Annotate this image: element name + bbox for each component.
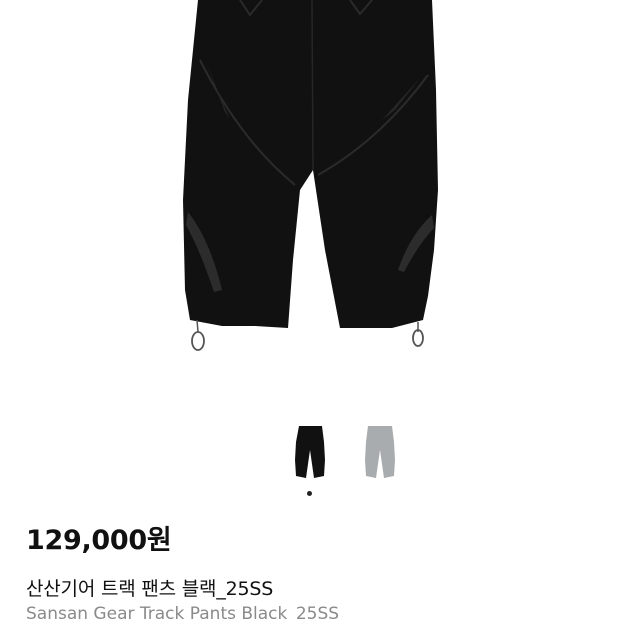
- product-title-english: Sansan Gear Track Pants Black_25SS: [26, 604, 340, 620]
- color-option-list: [0, 422, 620, 484]
- black-track-pants-illustration: [183, 0, 438, 351]
- black-pants-thumbnail[interactable]: [290, 422, 330, 482]
- product-main-image[interactable]: [0, 0, 620, 400]
- black-pants-thumbnail-icon: [295, 426, 325, 478]
- grey-pants-thumbnail[interactable]: [360, 422, 400, 482]
- product-detail-page: 129,000원 산산기어 트랙 팬츠 블랙_25SS Sansan Gear …: [0, 0, 620, 620]
- product-title-korean: 산산기어 트랙 팬츠 블랙_25SS: [26, 578, 274, 600]
- grey-pants-thumbnail-icon: [365, 426, 395, 478]
- image-pagination-dot[interactable]: [307, 491, 312, 496]
- product-price: 129,000원: [26, 525, 172, 556]
